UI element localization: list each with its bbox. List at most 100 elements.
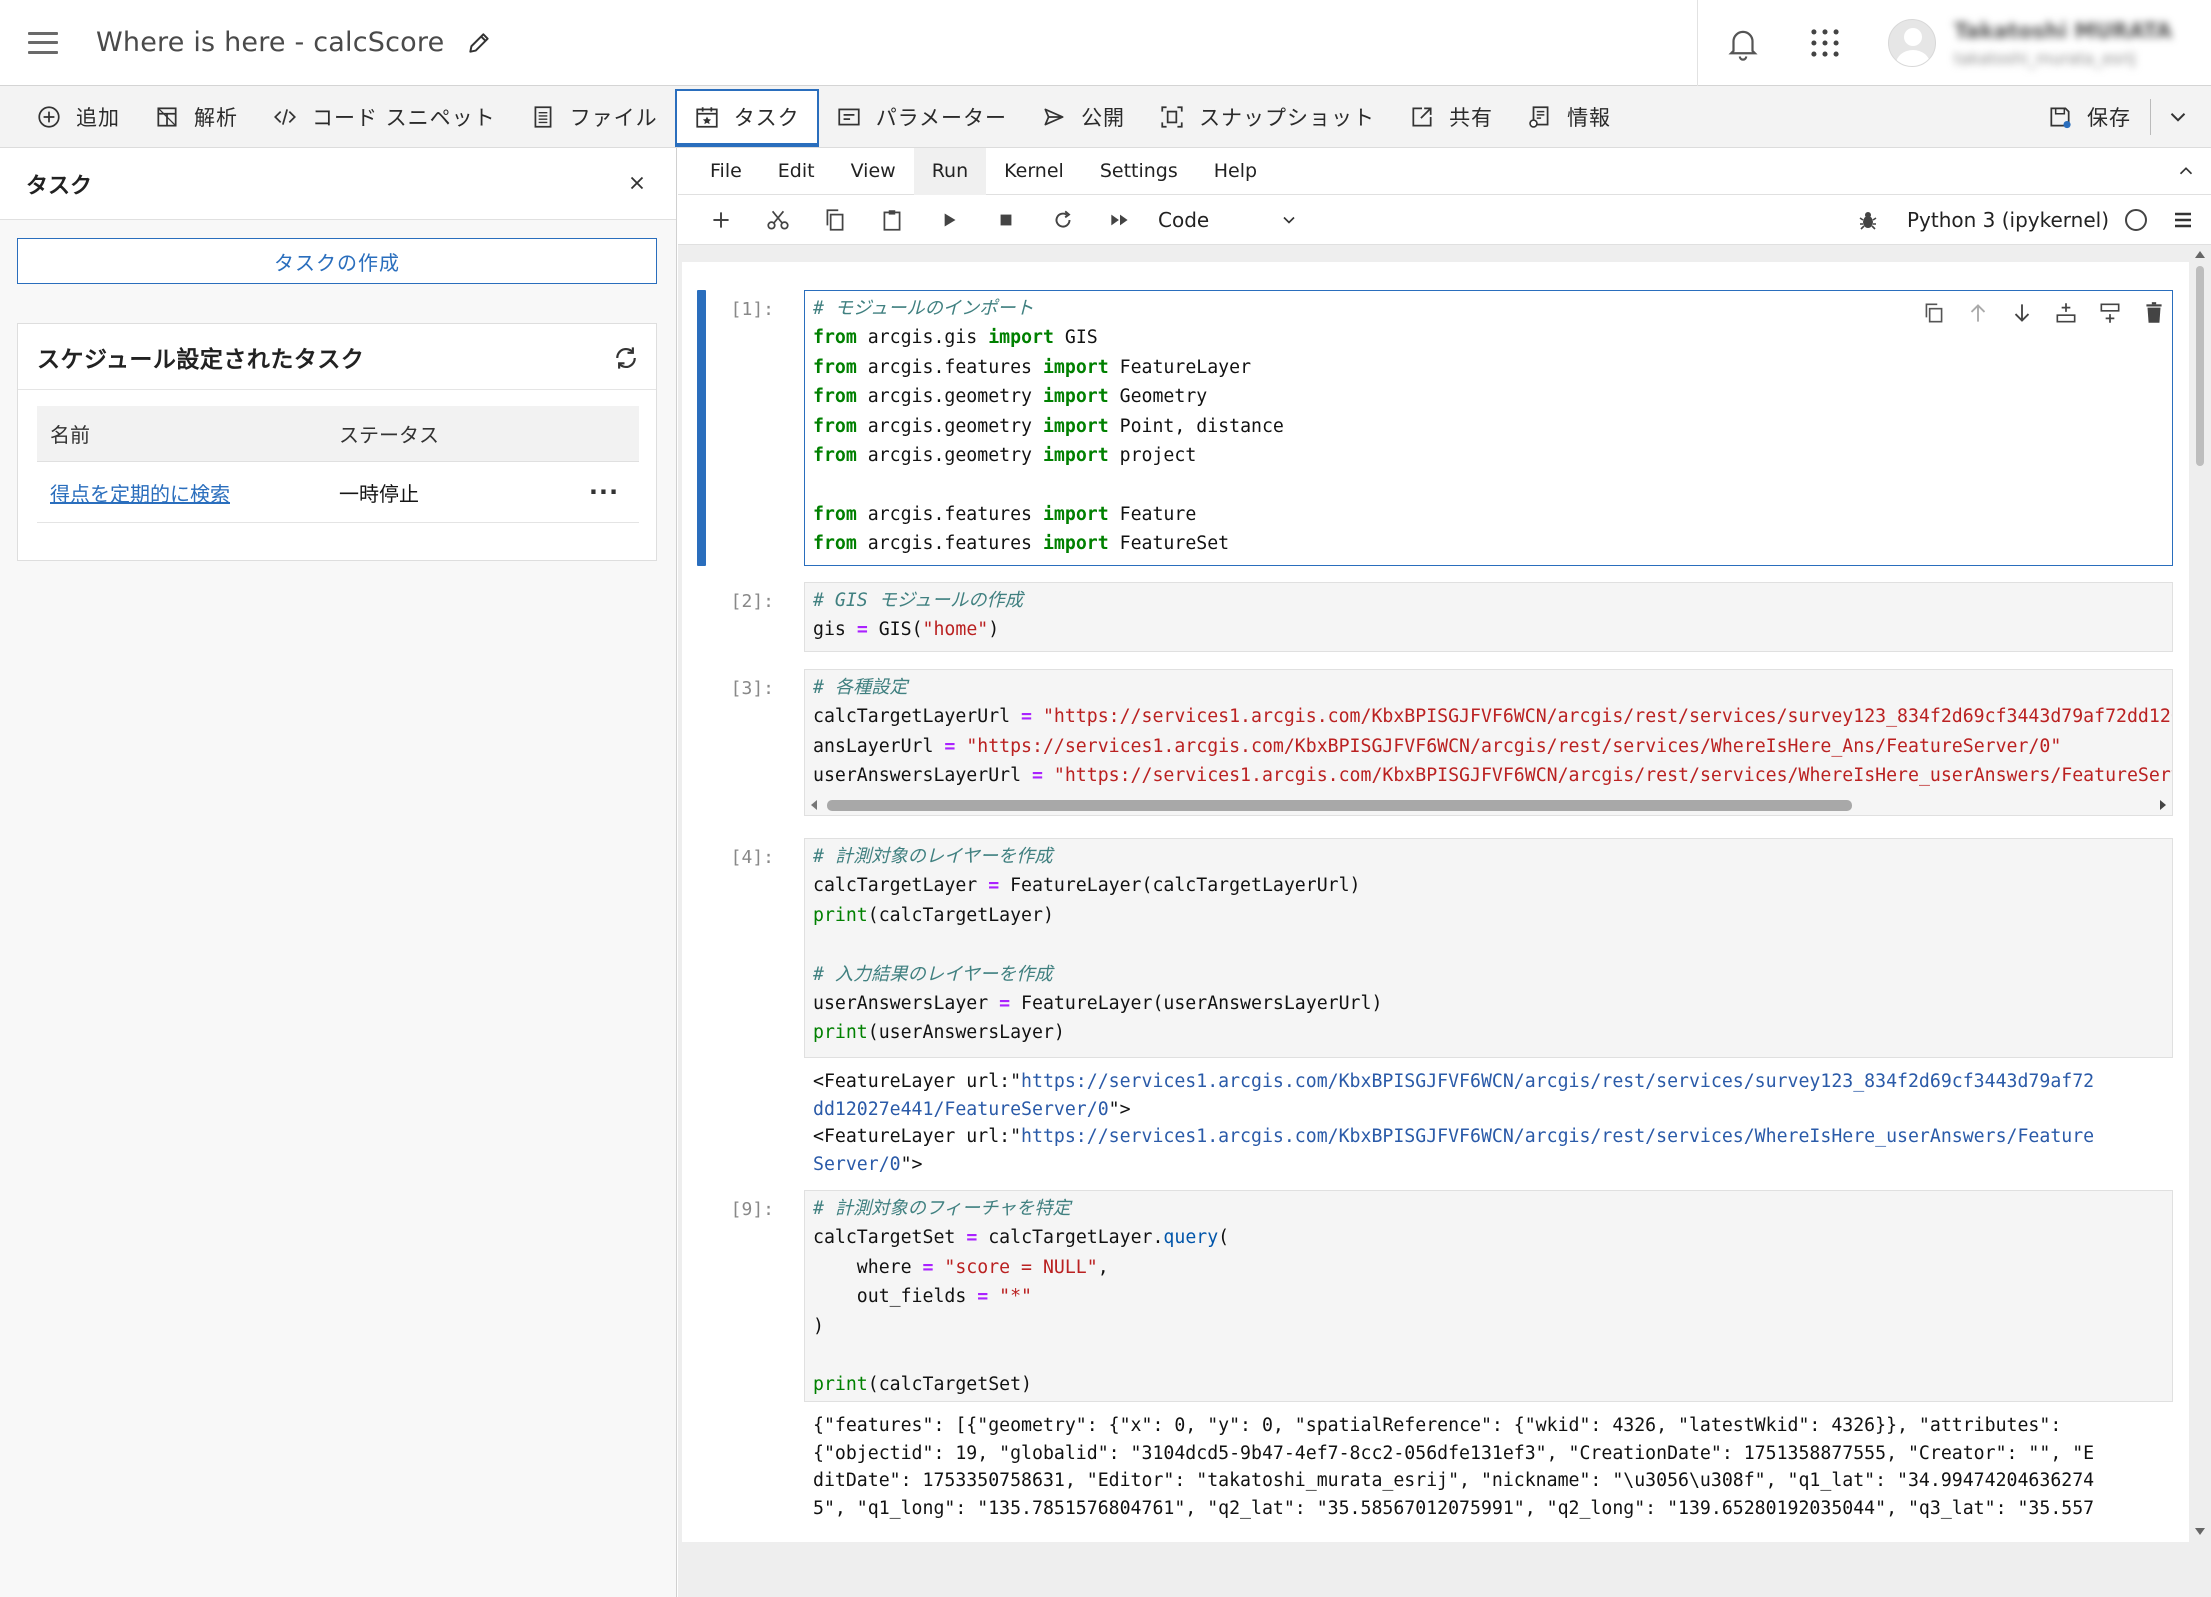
table-header-row: 名前 ステータス — [37, 406, 639, 462]
jupyter-menu-bar: File Edit View Run Kernel Settings Help — [678, 147, 2211, 195]
cell-prompt: [9]: — [730, 1199, 774, 1220]
toolbar-analysis-button[interactable]: 解析 — [137, 88, 255, 146]
header-right-area: Takatoshi MURATA takatoshi_murata_esrij — [1697, 0, 2211, 86]
cut-scissors-icon[interactable] — [765, 207, 791, 233]
collapse-menu-chevron-up-icon[interactable] — [2175, 160, 2197, 182]
scroll-down-arrow-icon[interactable] — [2193, 1526, 2207, 1538]
menu-kernel[interactable]: Kernel — [986, 148, 1082, 195]
insert-cell-above-icon[interactable] — [2053, 300, 2079, 326]
jupyter-workspace: File Edit View Run Kernel Settings Help … — [678, 147, 2211, 1597]
toolbar-snapshot-button[interactable]: スナップショット — [1142, 88, 1392, 146]
column-header-status[interactable]: ステータス — [339, 419, 569, 448]
cell-prompt: [2]: — [730, 591, 774, 612]
paste-clipboard-icon[interactable] — [879, 207, 905, 233]
menu-file[interactable]: File — [692, 148, 760, 195]
toolbar-code-snippet-label: コード スニペット — [312, 105, 496, 130]
chevron-down-icon — [1283, 216, 1295, 224]
duplicate-cell-icon[interactable] — [1921, 300, 1947, 326]
restart-run-all-fast-forward-icon[interactable] — [1107, 207, 1133, 233]
horizontal-scrollbar[interactable] — [804, 794, 2173, 816]
app-launcher-grid-icon[interactable] — [1806, 24, 1844, 62]
user-id: takatoshi_murata_esrij — [1954, 48, 2136, 68]
move-cell-down-arrow-icon[interactable] — [2009, 300, 2035, 326]
menu-run[interactable]: Run — [913, 147, 987, 195]
notebook-title[interactable]: Where is here - calcScore — [96, 27, 444, 58]
toolbar-share-button[interactable]: 共有 — [1392, 88, 1510, 146]
save-options-chevron-down-icon[interactable] — [2165, 104, 2191, 130]
user-info[interactable]: Takatoshi MURATA takatoshi_murata_esrij — [1954, 19, 2172, 68]
cell-prompt: [3]: — [730, 678, 774, 699]
notebook-menu-lines-icon[interactable] — [2171, 208, 2195, 232]
toolbar-task-button[interactable]: タスク — [674, 88, 819, 147]
jupyter-notebook-toolbar: Code Python 3 (ipykernel) — [678, 195, 2211, 245]
menu-view[interactable]: View — [833, 148, 914, 195]
menu-settings[interactable]: Settings — [1082, 148, 1196, 195]
notebook-cells-area: [1]: # モジュールのインポート from arcgis.gis impor… — [682, 245, 2189, 1542]
menu-help[interactable]: Help — [1196, 148, 1275, 195]
hamburger-menu-icon[interactable] — [28, 31, 58, 54]
toolbar-parameter-label: パラメーター — [875, 105, 1008, 130]
copy-icon[interactable] — [822, 207, 848, 233]
toolbar-parameter-button[interactable]: パラメーター — [819, 88, 1024, 146]
scheduled-tasks-card: スケジュール設定されたタスク 名前 ステータス 得点を定期的に検索 一時停止 ·… — [17, 323, 657, 561]
task-more-options-icon[interactable]: ··· — [589, 478, 619, 506]
edit-title-pencil-icon[interactable] — [466, 30, 492, 56]
notifications-bell-icon[interactable] — [1724, 24, 1762, 62]
move-cell-up-arrow-icon[interactable] — [1965, 300, 1991, 326]
delete-cell-trash-icon[interactable] — [2141, 300, 2167, 326]
code-editor[interactable]: # 計測対象のレイヤーを作成 calcTargetLayer = Feature… — [804, 838, 2173, 1058]
toolbar-task-label: タスク — [733, 105, 800, 130]
task-name-link[interactable]: 得点を定期的に検索 — [50, 482, 230, 506]
scheduled-tasks-table: 名前 ステータス 得点を定期的に検索 一時停止 ··· — [37, 406, 639, 523]
info-icon — [1529, 105, 1549, 128]
debugger-bug-icon[interactable] — [1856, 208, 1880, 232]
calendar-task-icon — [696, 106, 718, 128]
cell-prompt: [4]: — [730, 847, 774, 868]
restart-kernel-icon[interactable] — [1050, 207, 1076, 233]
tasks-side-panel: タスク タスクの作成 スケジュール設定されたタスク 名前 ステータス 得点を定期… — [0, 148, 677, 1597]
toolbar-info-label: 情報 — [1567, 105, 1612, 130]
refresh-icon[interactable] — [611, 343, 641, 373]
toolbar-publish-button[interactable]: 公開 — [1024, 88, 1142, 146]
scroll-right-arrow-icon[interactable] — [2158, 799, 2168, 811]
menu-edit[interactable]: Edit — [760, 148, 833, 195]
toolbar-snapshot-label: スナップショット — [1199, 105, 1376, 130]
toolbar-add-button[interactable]: 追加 — [19, 88, 137, 146]
cell-prompt: [1]: — [730, 299, 774, 320]
toolbar-code-snippet-button[interactable]: コード スニペット — [255, 88, 513, 146]
toolbar-save-button[interactable]: 保存 — [2030, 88, 2148, 146]
scroll-up-arrow-icon[interactable] — [2193, 248, 2207, 260]
toolbar-file-button[interactable]: ファイル — [513, 88, 675, 146]
kernel-idle-status-circle-icon — [2125, 209, 2147, 231]
create-task-button[interactable]: タスクの作成 — [17, 238, 657, 284]
insert-cell-below-icon[interactable] — [2097, 300, 2123, 326]
stop-kernel-square-icon[interactable] — [993, 207, 1019, 233]
parameter-icon — [838, 108, 860, 125]
code-editor[interactable]: # GIS モジュールの作成 gis = GIS("home") — [804, 582, 2173, 652]
code-editor[interactable]: # 各種設定 calcTargetLayerUrl = "https://ser… — [804, 669, 2173, 794]
publish-icon — [1044, 108, 1064, 125]
tasks-panel-header: タスク — [0, 148, 676, 220]
code-editor[interactable]: # 計測対象のフィーチャを特定 calcTargetSet = calcTarg… — [804, 1190, 2173, 1402]
column-header-name[interactable]: 名前 — [37, 419, 339, 448]
run-cell-play-icon[interactable] — [936, 207, 962, 233]
active-cell-indicator — [697, 290, 706, 566]
notebook-vertical-scrollbar[interactable] — [2193, 248, 2207, 1538]
insert-cell-plus-icon[interactable] — [708, 207, 734, 233]
toolbar-save-label: 保存 — [2087, 106, 2131, 130]
close-icon[interactable] — [626, 172, 648, 194]
kernel-name[interactable]: Python 3 (ipykernel) — [1907, 208, 2109, 232]
tasks-panel-title: タスク — [26, 173, 93, 199]
cell-type-dropdown[interactable]: Code — [1158, 208, 1299, 232]
toolbar-analysis-label: 解析 — [194, 105, 238, 130]
user-avatar[interactable] — [1888, 19, 1936, 67]
scroll-left-arrow-icon[interactable] — [809, 799, 819, 811]
kernel-status-area: Python 3 (ipykernel) — [1856, 195, 2211, 245]
toolbar-info-button[interactable]: 情報 — [1510, 88, 1628, 146]
horizontal-scroll-thumb[interactable] — [827, 800, 1852, 811]
analysis-icon — [157, 106, 177, 127]
toolbar-divider — [2150, 99, 2151, 135]
vertical-scroll-thumb[interactable] — [2196, 266, 2204, 466]
task-status: 一時停止 — [339, 481, 419, 506]
code-editor[interactable]: # モジュールのインポート from arcgis.gis import GIS… — [804, 290, 2173, 566]
